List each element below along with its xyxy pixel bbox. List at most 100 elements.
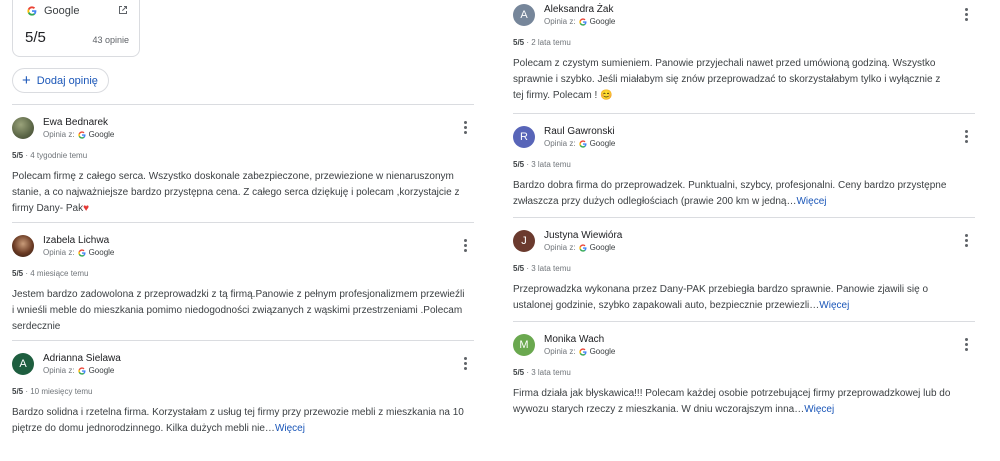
review-source-name: Google: [88, 248, 115, 257]
review-time: 3 lata temu: [531, 160, 571, 169]
review-time: 10 miesięcy temu: [30, 387, 93, 396]
avatar[interactable]: R: [513, 126, 535, 148]
review-source-prefix: Opinia z:: [544, 139, 576, 148]
more-options-icon[interactable]: [464, 121, 468, 136]
more-options-icon[interactable]: [965, 8, 969, 23]
review-rating: 5/5: [12, 269, 24, 278]
reviewer-name[interactable]: Justyna Wiewióra: [544, 230, 622, 242]
open-external-icon[interactable]: [117, 4, 129, 16]
more-options-icon[interactable]: [965, 130, 969, 145]
reviews-right-column: A Aleksandra Żak Opinia z: Google 5/5 · 2 la…: [513, 0, 975, 431]
more-options-icon[interactable]: [965, 338, 969, 353]
reviewer-name[interactable]: Ewa Bednarek: [43, 117, 114, 129]
add-review-label: Dodaj opinię: [36, 74, 98, 87]
review-source-name: Google: [589, 17, 616, 26]
review-source-name: Google: [589, 243, 616, 252]
read-more-link[interactable]: Więcej: [796, 196, 826, 207]
review-item: Ewa Bednarek Opinia z: Google 5/5 · 4 tygod…: [12, 104, 474, 222]
review-text-body: Polecam z czystym sumieniem. Panowie prz…: [513, 58, 941, 101]
review-rating-row: 5/5 · 3 lata temu: [513, 264, 571, 273]
review-text: Bardzo solidna i rzetelna firma. Korzyst…: [12, 405, 468, 437]
review-source-prefix: Opinia z:: [544, 17, 576, 26]
review-source: Opinia z: Google: [544, 139, 615, 148]
review-text-body: Jestem bardzo zadowolona z przeprowadzki…: [12, 289, 465, 332]
reviewer-name[interactable]: Adrianna Sielawa: [43, 353, 121, 365]
review-time: 3 lata temu: [531, 264, 571, 273]
add-review-button[interactable]: + Dodaj opinię: [12, 68, 109, 93]
more-options-icon[interactable]: [464, 239, 468, 254]
review-time: 2 lata temu: [531, 38, 571, 47]
reviewer-name[interactable]: Monika Wach: [544, 334, 615, 346]
review-text: Jestem bardzo zadowolona z przeprowadzki…: [12, 287, 468, 335]
review-source-name: Google: [589, 139, 616, 148]
avatar[interactable]: J: [513, 230, 535, 252]
review-rating: 5/5: [12, 151, 24, 160]
avatar[interactable]: [12, 235, 34, 257]
reviewer-name[interactable]: Raul Gawronski: [544, 126, 615, 138]
review-source-name: Google: [88, 366, 115, 375]
review-rating-row: 5/5 · 4 tygodnie temu: [12, 151, 88, 160]
review-source-prefix: Opinia z:: [43, 130, 75, 139]
review-rating-row: 5/5 · 3 lata temu: [513, 160, 571, 169]
avatar[interactable]: A: [12, 353, 34, 375]
summary-source: Google: [27, 5, 79, 17]
avatar[interactable]: M: [513, 334, 535, 356]
more-options-icon[interactable]: [965, 234, 969, 249]
review-text: Przeprowadzka wykonana przez Dany-PAK pr…: [513, 282, 953, 314]
more-options-icon[interactable]: [464, 357, 468, 372]
review-text-body: Polecam firmę z całego serca. Wszystko d…: [12, 171, 460, 214]
avatar[interactable]: [12, 117, 34, 139]
review-text-body: Bardzo dobra firma do przeprowadzek. Pun…: [513, 180, 947, 207]
read-more-link[interactable]: Więcej: [819, 300, 849, 311]
reviewer-name[interactable]: Aleksandra Żak: [544, 4, 615, 16]
review-rating-row: 5/5 · 4 miesiące temu: [12, 269, 89, 278]
review-time: 4 miesiące temu: [30, 269, 89, 278]
review-source-name: Google: [88, 130, 115, 139]
review-text: Bardzo dobra firma do przeprowadzek. Pun…: [513, 178, 953, 210]
review-source-prefix: Opinia z:: [43, 366, 75, 375]
avatar[interactable]: A: [513, 4, 535, 26]
review-source-prefix: Opinia z:: [43, 248, 75, 257]
google-g-icon: [578, 17, 587, 26]
review-item: A Aleksandra Żak Opinia z: Google 5/5 · 2 la…: [513, 0, 975, 113]
read-more-link[interactable]: Więcej: [275, 423, 305, 434]
summary-source-label: Google: [44, 5, 80, 17]
rating-summary-card: Google 5/5 43 opinie: [12, 0, 140, 57]
review-item: R Raul Gawronski Opinia z: Google 5/5 · 3 la…: [513, 113, 975, 217]
review-text-body: Bardzo solidna i rzetelna firma. Korzyst…: [12, 407, 464, 434]
review-emoji: ♥: [83, 203, 90, 214]
plus-icon: +: [22, 72, 31, 89]
review-text: Polecam firmę z całego serca. Wszystko d…: [12, 169, 468, 217]
review-source-name: Google: [589, 347, 616, 356]
reviewer-name[interactable]: Izabela Lichwa: [43, 235, 114, 247]
review-source-prefix: Opinia z:: [544, 347, 576, 356]
review-text: Polecam z czystym sumieniem. Panowie prz…: [513, 56, 953, 104]
review-rating-row: 5/5 · 3 lata temu: [513, 368, 571, 377]
google-g-icon: [27, 6, 37, 16]
review-time: 3 lata temu: [531, 368, 571, 377]
read-more-link[interactable]: Więcej: [804, 404, 834, 415]
review-item: M Monika Wach Opinia z: Google 5/5 · 3 lata …: [513, 321, 975, 431]
review-source: Opinia z: Google: [544, 243, 622, 252]
review-rating: 5/5: [513, 38, 525, 47]
review-text-body: Firma działa jak błyskawica!!! Polecam k…: [513, 388, 951, 415]
review-item: J Justyna Wiewióra Opinia z: Google 5/5 · 3 …: [513, 217, 975, 321]
google-g-icon: [77, 366, 86, 375]
review-rating: 5/5: [12, 387, 24, 396]
google-g-icon: [578, 347, 587, 356]
review-text-body: Przeprowadzka wykonana przez Dany-PAK pr…: [513, 284, 929, 311]
review-source: Opinia z: Google: [544, 17, 615, 26]
review-rating: 5/5: [513, 368, 525, 377]
review-source: Opinia z: Google: [43, 130, 114, 139]
review-source: Opinia z: Google: [43, 248, 114, 257]
review-item: A Adrianna Sielawa Opinia z: Google 5/5 · 10…: [12, 340, 474, 438]
review-source: Opinia z: Google: [43, 366, 121, 375]
review-rating: 5/5: [513, 264, 525, 273]
review-emoji: 😊: [597, 90, 613, 101]
google-g-icon: [578, 139, 587, 148]
review-source-prefix: Opinia z:: [544, 243, 576, 252]
review-source: Opinia z: Google: [544, 347, 615, 356]
google-g-icon: [77, 130, 86, 139]
review-rating-row: 5/5 · 2 lata temu: [513, 38, 571, 47]
review-item: Izabela Lichwa Opinia z: Google 5/5 · 4 mie…: [12, 222, 474, 340]
